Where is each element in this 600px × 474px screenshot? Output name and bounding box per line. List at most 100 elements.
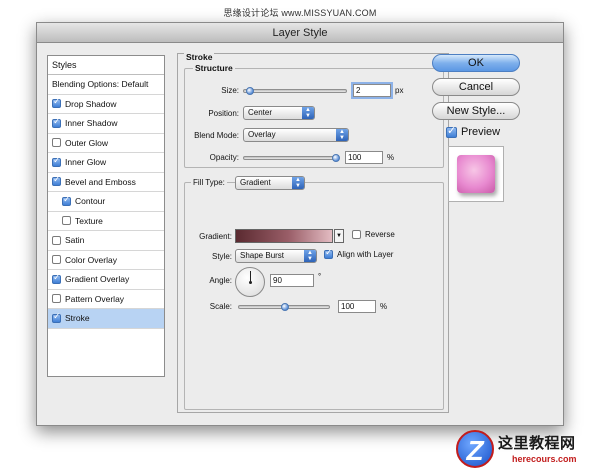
- preview-label: Preview: [461, 126, 501, 138]
- styles-list: Styles Blending Options: Default Drop Sha…: [47, 55, 165, 377]
- scale-slider-knob[interactable]: [281, 303, 289, 311]
- styles-list-item[interactable]: Contour: [48, 192, 164, 212]
- gradient-label: Gradient:: [199, 232, 232, 241]
- styles-list-item[interactable]: Texture: [48, 212, 164, 231]
- chevron-updown-icon: ▲ ▼: [336, 129, 348, 141]
- styles-list-item[interactable]: Gradient Overlay: [48, 270, 164, 290]
- site-logo: Z 这里教程网 herecours.com: [454, 428, 598, 472]
- gradient-picker[interactable]: [235, 229, 333, 243]
- style-checkbox[interactable]: [52, 312, 61, 323]
- style-label: Style:: [211, 252, 232, 261]
- logo-url-text: herecours.com: [512, 454, 577, 464]
- reverse-checkbox-row[interactable]: Reverse: [352, 230, 395, 239]
- gradient-dropdown-arrow[interactable]: ▼: [334, 229, 344, 243]
- style-select[interactable]: Shape Burst ▲ ▼: [235, 249, 317, 263]
- style-checkbox[interactable]: [52, 255, 61, 265]
- styles-list-item-label: Gradient Overlay: [65, 274, 130, 285]
- size-label: Size:: [221, 86, 239, 95]
- styles-list-item-label: Color Overlay: [65, 254, 117, 265]
- style-checkbox[interactable]: [52, 138, 61, 148]
- scale-input[interactable]: 100: [338, 300, 376, 313]
- styles-list-item-label: Blending Options: Default: [52, 79, 149, 90]
- size-input[interactable]: 2: [353, 84, 391, 97]
- reverse-checkbox[interactable]: [352, 230, 361, 239]
- styles-list-item-label: Stroke: [65, 313, 90, 324]
- structure-group: Structure Size: 2 px Position: Center ▲ ▼…: [184, 63, 444, 168]
- scale-slider[interactable]: [238, 303, 330, 311]
- size-unit: px: [395, 86, 404, 95]
- styles-list-item[interactable]: Satin: [48, 231, 164, 251]
- styles-list-item-label: Texture: [75, 215, 103, 226]
- structure-title: Structure: [193, 63, 235, 73]
- style-checkbox[interactable]: [52, 294, 61, 304]
- styles-list-item-label: Pattern Overlay: [65, 293, 125, 304]
- stroke-panel: Stroke Structure Size: 2 px Position: Ce…: [177, 52, 449, 413]
- blend-mode-value: Overlay: [248, 130, 276, 139]
- align-with-layer-checkbox[interactable]: [324, 248, 333, 259]
- opacity-label: Opacity:: [209, 153, 239, 162]
- style-checkbox[interactable]: [62, 195, 71, 206]
- style-checkbox[interactable]: [52, 175, 61, 187]
- align-with-layer-label: Align with Layer: [337, 250, 394, 259]
- fill-group: Fill Type: Gradient ▲ ▼: [184, 176, 444, 410]
- blend-mode-select[interactable]: Overlay ▲ ▼: [243, 128, 349, 142]
- angle-dial-center: [249, 281, 252, 284]
- align-checkbox-row[interactable]: Align with Layer: [324, 248, 394, 259]
- size-slider[interactable]: [243, 87, 347, 95]
- window-title: Layer Style: [37, 23, 563, 43]
- style-checkbox[interactable]: [52, 97, 61, 109]
- angle-input[interactable]: 90: [270, 274, 314, 287]
- cancel-button[interactable]: Cancel: [432, 78, 520, 96]
- styles-list-item[interactable]: Blending Options: Default: [48, 75, 164, 95]
- logo-chinese-text: 这里教程网: [498, 435, 576, 452]
- styles-list-item[interactable]: Inner Shadow: [48, 114, 164, 134]
- blend-mode-label: Blend Mode:: [194, 131, 239, 140]
- opacity-slider-knob[interactable]: [332, 154, 340, 162]
- style-preview-swatch: [457, 155, 495, 193]
- angle-unit: °: [318, 272, 322, 281]
- opacity-unit: %: [387, 153, 395, 162]
- style-checkbox[interactable]: [52, 117, 61, 128]
- preview-checkbox-row[interactable]: Preview: [446, 124, 501, 138]
- styles-list-item[interactable]: Bevel and Emboss: [48, 173, 164, 192]
- style-preview-frame: [448, 146, 504, 202]
- chevron-updown-icon: ▲ ▼: [304, 250, 316, 262]
- styles-list-item[interactable]: Stroke: [48, 309, 164, 329]
- position-value: Center: [248, 108, 273, 117]
- position-select[interactable]: Center ▲ ▼: [243, 106, 315, 120]
- styles-list-header[interactable]: Styles: [48, 56, 164, 75]
- fill-type-value: Gradient: [240, 178, 271, 187]
- styles-list-item[interactable]: Outer Glow: [48, 134, 164, 153]
- styles-list-item-label: Inner Glow: [65, 157, 107, 168]
- opacity-slider[interactable]: [243, 154, 340, 162]
- scale-unit: %: [380, 302, 388, 311]
- size-slider-knob[interactable]: [246, 87, 254, 95]
- preview-checkbox[interactable]: [446, 124, 457, 138]
- chevron-updown-icon: ▲ ▼: [292, 177, 304, 189]
- styles-list-item[interactable]: Color Overlay: [48, 251, 164, 270]
- watermark-text: 思缘设计论坛 www.MISSYUAN.COM: [223, 8, 377, 18]
- styles-list-item[interactable]: Pattern Overlay: [48, 290, 164, 309]
- style-checkbox[interactable]: [52, 156, 61, 167]
- style-checkbox[interactable]: [52, 235, 61, 245]
- opacity-input[interactable]: 100: [345, 151, 383, 164]
- styles-list-item-label: Contour: [75, 196, 106, 207]
- logo-z-icon: Z: [456, 430, 494, 468]
- style-checkbox[interactable]: [62, 216, 71, 226]
- chevron-updown-icon: ▲ ▼: [302, 107, 314, 119]
- styles-list-item-label: Outer Glow: [65, 137, 108, 148]
- stroke-section-title: Stroke: [184, 52, 215, 62]
- style-value: Shape Burst: [240, 251, 285, 260]
- styles-list-item[interactable]: Inner Glow: [48, 153, 164, 173]
- angle-label: Angle:: [209, 276, 232, 285]
- fill-type-select[interactable]: Gradient ▲ ▼: [235, 176, 305, 190]
- new-style-button[interactable]: New Style...: [432, 102, 520, 120]
- styles-list-item-label: Bevel and Emboss: [65, 176, 136, 187]
- styles-list-item-label: Inner Shadow: [65, 118, 118, 129]
- reverse-label: Reverse: [365, 230, 395, 239]
- style-checkbox[interactable]: [52, 273, 61, 284]
- angle-dial[interactable]: [235, 267, 265, 297]
- ok-button[interactable]: OK: [432, 54, 520, 72]
- scale-label: Scale:: [209, 302, 232, 311]
- styles-list-item[interactable]: Drop Shadow: [48, 95, 164, 114]
